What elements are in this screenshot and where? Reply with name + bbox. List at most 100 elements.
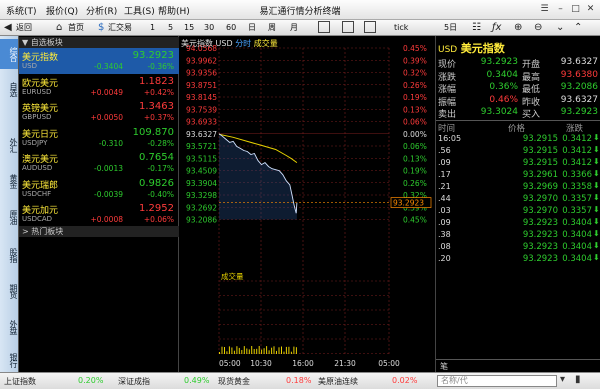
group-hot-header[interactable]: > 热门板块 — [19, 226, 179, 237]
minimize-icon[interactable]: – — [554, 3, 567, 15]
status-index-4-name[interactable]: 美原油连续 — [318, 376, 358, 387]
tab-futures[interactable]: 期货 — [0, 276, 18, 306]
list-item[interactable]: 英镑美元 GBPUSD 1.3463 +0.0050 +0.37% — [19, 99, 179, 125]
exchange-button[interactable]: 汇交易 — [108, 21, 132, 35]
percent-axis-label: 0.26% — [403, 179, 427, 188]
tab-watchlist[interactable]: 自选 — [0, 74, 18, 104]
list-item[interactable]: 美元加元 USDCAD 1.2952 +0.0008 +0.06% — [19, 201, 179, 227]
zoom-in-icon[interactable]: ⊕ — [514, 21, 522, 35]
status-index-3-pct: 0.18% — [286, 376, 312, 385]
tick-change: 0.3357 — [562, 206, 592, 216]
list-item[interactable]: 澳元美元 AUDUSD 0.7654 -0.0013 -0.17% — [19, 150, 179, 176]
percent-axis-label: 0.19% — [403, 167, 427, 176]
status-index-2-name[interactable]: 深证成指 — [118, 376, 150, 387]
back-arrow-icon[interactable]: ◀ — [4, 21, 12, 35]
chart-canvas[interactable]: 94.0568 0.45%93.9962 0.39%93.9356 0.32%93.8… — [179, 36, 435, 372]
period-15[interactable]: 15 — [184, 21, 194, 35]
quote-value: 93.3024 — [480, 107, 518, 117]
period-day[interactable]: 日 — [248, 21, 256, 35]
instrument-pct: +0.42% — [143, 87, 174, 97]
down-arrow-icon: ⬇ — [593, 145, 600, 154]
period-60[interactable]: 60 — [226, 21, 236, 35]
tick-button[interactable]: tick — [394, 21, 408, 35]
period-month[interactable]: 月 — [290, 21, 298, 35]
tab-bank[interactable]: 银行 — [0, 348, 18, 372]
percent-axis-label: 0.00% — [403, 130, 427, 139]
price-axis-label: 93.9356 — [186, 69, 217, 78]
search-dropdown-icon[interactable]: ▾ — [560, 374, 565, 385]
tick-time: .17 — [438, 170, 451, 179]
chevron-up-icon[interactable]: ⌃ — [574, 21, 582, 35]
tick-price: 93.2915 — [522, 134, 558, 144]
price-axis-label: 93.4509 — [186, 167, 217, 176]
chart-volume-label: 成交量 — [253, 39, 278, 48]
zoom-out-icon[interactable]: ⊖ — [534, 21, 542, 35]
period-30[interactable]: 30 — [204, 21, 214, 35]
menu-list-icon[interactable]: ☰ — [538, 3, 551, 15]
volume-bar — [263, 348, 265, 354]
tick-time: .03 — [438, 206, 451, 215]
settings-lines-icon[interactable]: ☷ — [472, 21, 481, 35]
lock-icon[interactable]: ▮ — [575, 374, 581, 385]
volume-bar — [251, 346, 253, 354]
instrument-change: -0.0039 — [94, 189, 123, 199]
percent-axis-label: 0.06% — [403, 118, 427, 127]
tick-footer-label[interactable]: 笔 — [440, 361, 448, 372]
tick-change: 0.3366 — [562, 170, 592, 180]
chevron-down-icon[interactable]: ⌄ — [556, 21, 564, 35]
window-layout-icon[interactable] — [342, 21, 354, 33]
list-item[interactable]: 欧元美元 EURUSD 1.1823 +0.0049 +0.42% — [19, 74, 179, 100]
volume-bar — [268, 350, 270, 354]
home-button[interactable]: 首页 — [68, 21, 84, 35]
volume-bar — [226, 351, 228, 354]
instrument-change: +0.0049 — [90, 87, 123, 97]
price-axis-label: 93.7539 — [186, 105, 217, 114]
tick-change: 0.3412 — [562, 134, 592, 144]
back-button[interactable]: 返回 — [16, 21, 32, 35]
instrument-code: GBPUSD — [22, 113, 52, 121]
volume-bar — [281, 346, 282, 354]
list-item[interactable]: 美元日元 USDJPY 109.870 -0.310 -0.28% — [19, 125, 179, 151]
grid-layout-icon[interactable] — [318, 21, 330, 33]
volume-bar — [241, 350, 243, 354]
tick-time: .44 — [438, 194, 451, 203]
down-arrow-icon: ⬇ — [593, 253, 600, 262]
formula-icon[interactable]: ƒx — [492, 21, 501, 35]
time-axis-label: 16:00 — [292, 359, 314, 368]
five-day-button[interactable]: 5日 — [444, 21, 457, 35]
list-item[interactable]: 美元指数 USD 93.2923 -0.3404 -0.36% — [19, 48, 179, 74]
maximize-icon[interactable]: □ — [569, 3, 582, 15]
instrument-pct: -0.36% — [147, 62, 174, 71]
home-icon[interactable]: ⌂ — [56, 21, 62, 35]
instrument-price: 1.3463 — [139, 101, 174, 112]
instrument-change: -0.3404 — [94, 62, 123, 71]
list-item[interactable]: 美元瑞郎 USDCHF 0.9826 -0.0039 -0.40% — [19, 176, 179, 202]
period-1[interactable]: 1 — [150, 21, 155, 35]
current-price-value: 93.2923 — [393, 199, 424, 208]
price-axis-label: 93.5115 — [186, 154, 217, 163]
split-layout-icon[interactable] — [364, 21, 376, 33]
tab-foreign[interactable]: 外盘 — [0, 312, 18, 342]
quote-label: 买入 — [522, 110, 541, 120]
search-input[interactable]: 名称/代 — [437, 375, 557, 387]
instrument-price: 93.2923 — [132, 50, 174, 61]
tab-oil[interactable]: 原油 — [0, 202, 18, 232]
tab-overview[interactable]: 综合 — [0, 39, 18, 69]
period-week[interactable]: 周 — [268, 21, 276, 35]
percent-axis-label: 0.13% — [403, 154, 427, 163]
tab-index[interactable]: 股指 — [0, 240, 18, 270]
tab-gold[interactable]: 黄金 — [0, 166, 18, 196]
status-index-3-name[interactable]: 现货黄金 — [218, 376, 250, 387]
quote-row: 涨跌 0.3404 最高 93.6380 — [436, 69, 600, 83]
tab-forex[interactable]: 外汇 — [0, 130, 18, 160]
exchange-icon[interactable]: $ — [98, 21, 104, 35]
percent-axis-label: 0.39% — [403, 56, 427, 65]
tick-time: .56 — [438, 146, 451, 155]
group-watchlist-header[interactable]: ▼ 自选板块 — [19, 37, 179, 48]
status-index-1-name[interactable]: 上证指数 — [4, 376, 36, 387]
intraday-chart[interactable]: 94.0568 0.45% 93.9962 0.39% 93.9356 0.32% 93.8… — [179, 36, 435, 372]
tick-change: 0.3404 — [562, 242, 592, 252]
tick-footer: 笔 — [436, 359, 600, 372]
period-5[interactable]: 5 — [168, 21, 173, 35]
close-icon[interactable]: ✕ — [584, 3, 597, 15]
